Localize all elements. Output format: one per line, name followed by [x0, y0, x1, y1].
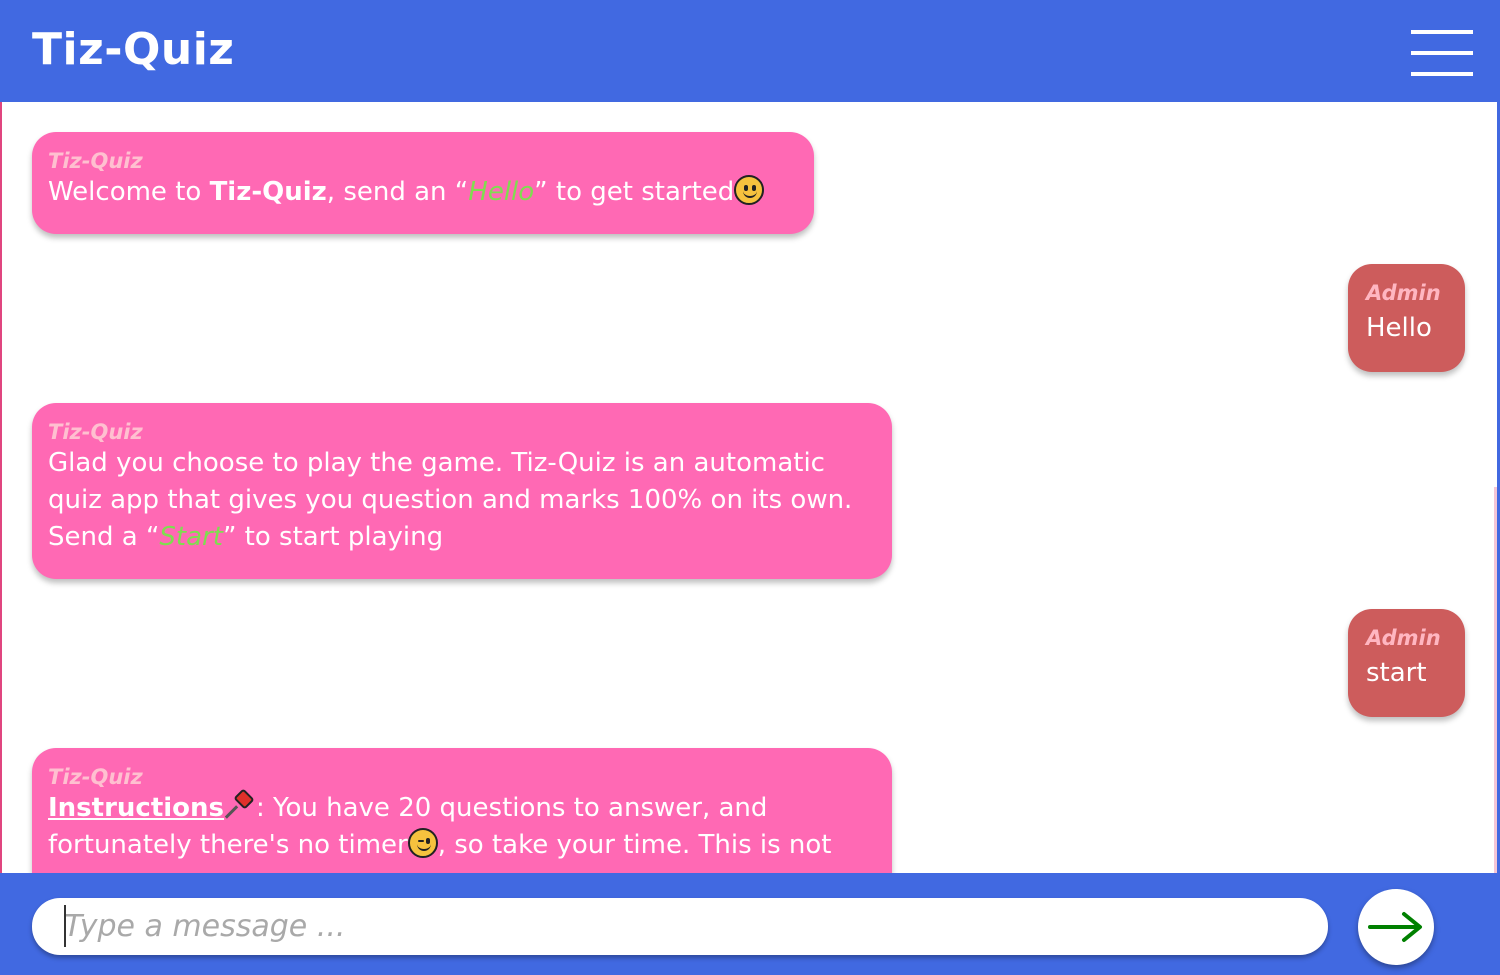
app-header: Tiz-Quiz	[0, 0, 1500, 102]
app-title: Tiz-Quiz	[32, 24, 235, 75]
message-sender: Admin	[1366, 626, 1441, 650]
message-text: Hello	[1366, 313, 1432, 343]
send-button[interactable]	[1358, 889, 1434, 965]
chat-area[interactable]: Tiz-Quiz Welcome to Tiz-Quiz, send an “H…	[2, 102, 1497, 873]
message-sender: Tiz-Quiz	[48, 765, 143, 789]
message-text: Welcome to Tiz-Quiz, send an “Hello” to …	[48, 174, 798, 211]
hamburger-menu-icon[interactable]	[1411, 30, 1473, 78]
wink-emoji-icon	[407, 828, 438, 858]
message-text: Instructions: You have 20 questions to a…	[48, 788, 876, 864]
message-bubble-user: Admin start	[1348, 609, 1465, 717]
message-bubble-bot: Tiz-Quiz Glad you choose to play the gam…	[32, 403, 892, 579]
message-sender: Tiz-Quiz	[48, 420, 143, 444]
instructions-heading: Instructions	[48, 793, 225, 823]
message-sender: Tiz-Quiz	[48, 149, 143, 173]
message-bubble-user: Admin Hello	[1348, 264, 1465, 372]
scrollbar[interactable]	[1494, 487, 1497, 873]
message-composer	[0, 873, 1500, 975]
message-text: Glad you choose to play the game. Tiz-Qu…	[48, 448, 853, 552]
message-sender: Admin	[1366, 281, 1441, 305]
highlight-word: Hello	[468, 177, 535, 207]
message-input[interactable]	[32, 898, 1328, 955]
message-bubble-bot: Tiz-Quiz Instructions: You have 20 quest…	[32, 748, 892, 873]
pushpin-icon	[224, 788, 256, 820]
text-caret	[64, 905, 66, 947]
highlight-word: Start	[159, 522, 223, 552]
message-bubble-bot: Tiz-Quiz Welcome to Tiz-Quiz, send an “H…	[32, 132, 814, 234]
message-text: start	[1366, 658, 1427, 688]
smile-emoji-icon	[734, 175, 765, 205]
arrow-right-icon	[1368, 912, 1422, 942]
